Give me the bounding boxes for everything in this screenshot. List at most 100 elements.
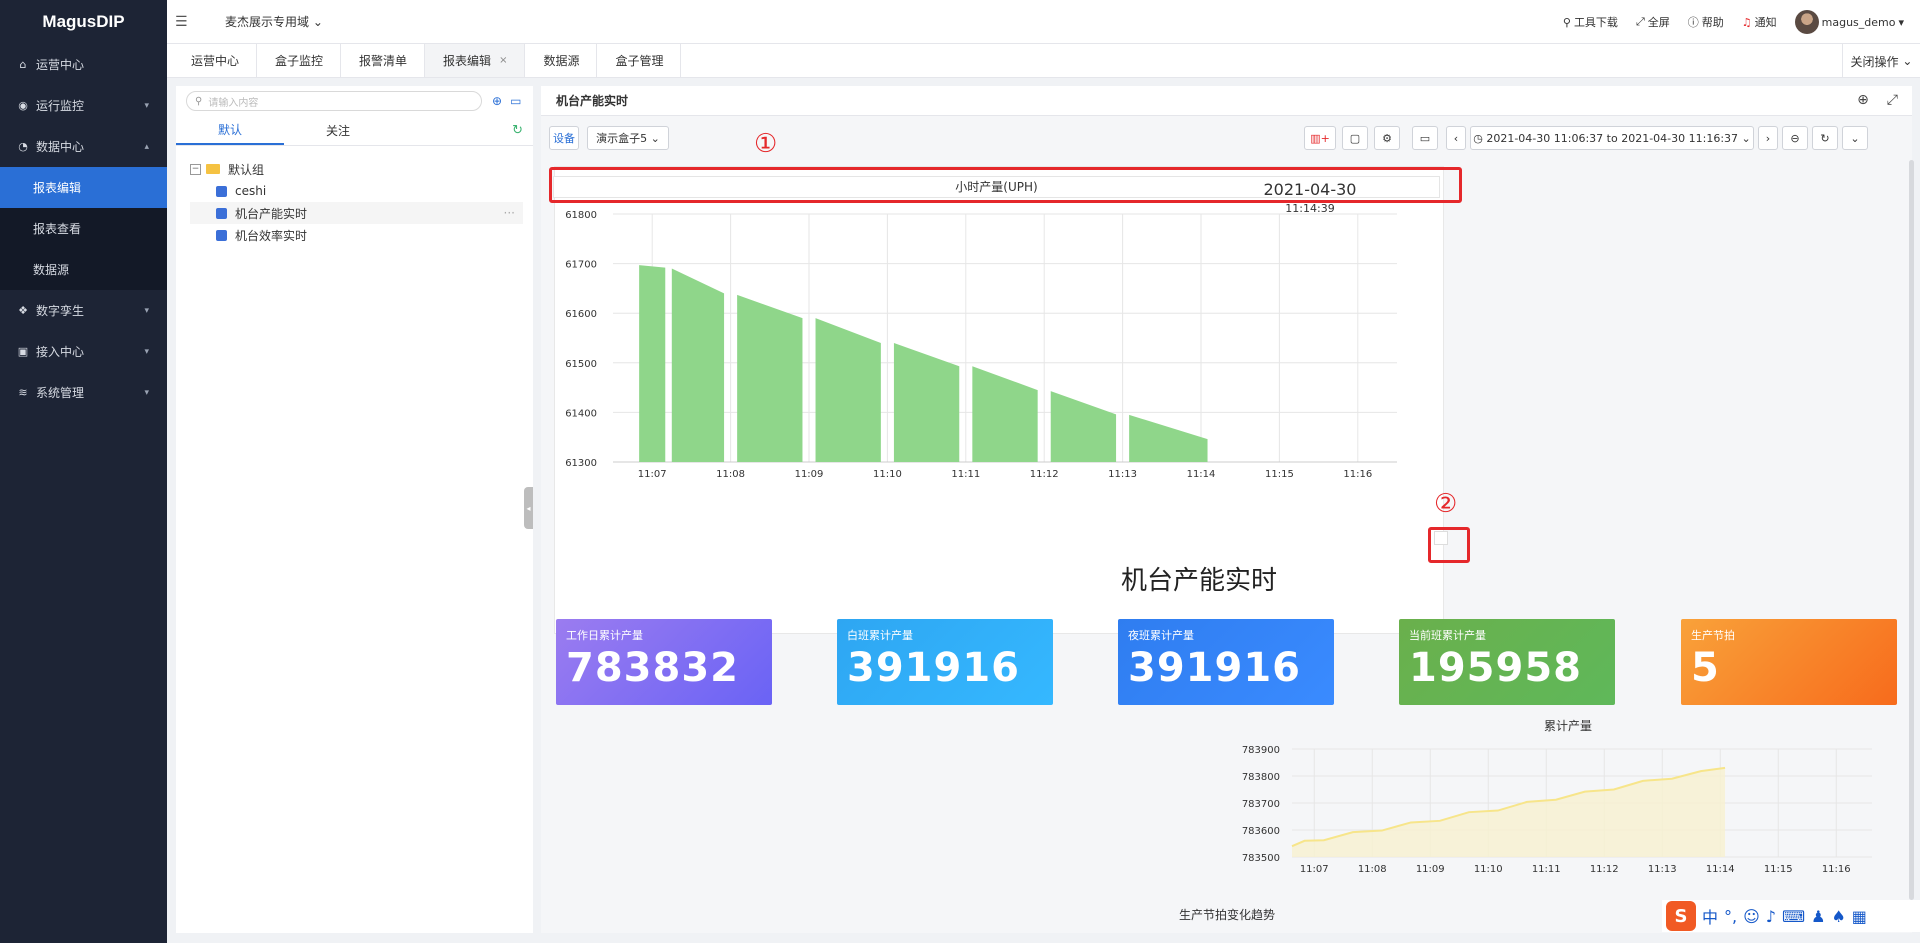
help-link[interactable]: ⓘ 帮助	[1688, 14, 1724, 30]
tree-item[interactable]: 机台效率实时	[190, 224, 533, 246]
sidebar-item-system[interactable]: ≋ 系统管理 ▾	[0, 372, 167, 413]
sidebar-item-data-center[interactable]: ◔ 数据中心 ▴	[0, 126, 167, 167]
home-icon: ⌂	[19, 58, 27, 71]
kpi-value: 5	[1691, 645, 1720, 691]
report-icon	[216, 185, 227, 197]
zoom-in-icon[interactable]: ⊕	[1857, 92, 1869, 108]
menu-toggle-icon[interactable]: ☰	[175, 14, 195, 30]
emoji-icon[interactable]: ☺	[1743, 907, 1760, 926]
top-bar: ☰ 麦杰展示专用域 ⌄ ⚲ 工具下载 ⤢ 全屏 ⓘ 帮助 ♫ 通知 magus_demo…	[167, 0, 1920, 44]
zoom-out-icon[interactable]: ⊖	[1782, 126, 1808, 150]
top-right-actions: ⚲ 工具下载 ⤢ 全屏 ⓘ 帮助 ♫ 通知 magus_demo ▾	[1563, 0, 1904, 44]
next-icon[interactable]: ›	[1758, 126, 1778, 150]
tab-label: 盒子监控	[275, 54, 324, 68]
search-input[interactable]: ⚲ 请输入内容	[186, 91, 482, 111]
ime-punct-icon[interactable]: °,	[1724, 907, 1737, 926]
box-select[interactable]: 演示盒子5 ⌄	[587, 126, 669, 150]
sidebar-subitem-report-edit[interactable]: 报表编辑	[0, 167, 167, 208]
add-chart-icon[interactable]: ▥+	[1304, 126, 1336, 150]
sidebar-item-monitor[interactable]: ◉ 运行监控 ▾	[0, 85, 167, 126]
y-tick-label: 783800	[1242, 772, 1280, 783]
shirt-icon[interactable]: ♠	[1831, 907, 1845, 926]
kpi-value: 195958	[1409, 645, 1582, 691]
tab-alarm-list[interactable]: 报警清单	[341, 44, 426, 77]
tab-box-manage[interactable]: 盒子管理	[597, 44, 682, 77]
fullscreen-icon[interactable]: ⤢	[1887, 92, 1898, 108]
x-tick-label: 11:10	[873, 469, 902, 480]
report-header: 机台产能实时	[541, 86, 1912, 116]
sidebar-item-access-center[interactable]: ▣ 接入中心 ▾	[0, 331, 167, 372]
sogou-logo-icon[interactable]: S	[1666, 901, 1696, 931]
device-button[interactable]: 设备	[549, 126, 579, 150]
x-tick-label: 11:15	[1265, 469, 1294, 480]
tab-report-edit[interactable]: 报表编辑 ×	[425, 44, 526, 77]
add-icon[interactable]: ⊕	[492, 94, 502, 108]
notify-label: 通知	[1754, 16, 1777, 29]
tools-download-link[interactable]: ⚲ 工具下载	[1563, 14, 1618, 30]
sidebar-item-ops-center[interactable]: ⌂ 运营中心	[0, 44, 167, 85]
page-tabs: 运营中心 盒子监控 报警清单 报表编辑 × 数据源 盒子管理 关闭操作 ⌄	[167, 44, 1920, 78]
tab-box-monitor[interactable]: 盒子监控	[257, 44, 342, 77]
kpi-card-day-shift: 白班累计产量 391916	[837, 619, 1053, 705]
chevron-down-icon: ▾	[144, 387, 149, 398]
time-range-picker[interactable]: ◷ 2021-04-30 11:06:37 to 2021-04-30 11:1…	[1470, 126, 1754, 150]
scrollbar[interactable]	[1909, 160, 1914, 900]
keyboard-icon[interactable]: ⌨	[1782, 907, 1805, 926]
fullscreen-link[interactable]: ⤢ 全屏	[1636, 14, 1670, 30]
x-tick-label: 11:12	[1590, 864, 1619, 875]
user-menu[interactable]: magus_demo ▾	[1794, 10, 1904, 34]
report-toolbar: 设备 演示盒子5 ⌄ ▥+ ▢ ⚙ ▭ ‹ ◷ 2021-04-30 11:06…	[549, 126, 1902, 152]
prev-icon[interactable]: ‹	[1446, 126, 1466, 150]
y-tick-label: 61800	[565, 210, 597, 221]
tab-datasource[interactable]: 数据源	[525, 44, 598, 77]
uph-area-segment	[671, 268, 725, 462]
subtab-default[interactable]: 默认	[176, 116, 284, 145]
close-icon[interactable]: ×	[499, 55, 507, 66]
close-operations-dropdown[interactable]: 关闭操作 ⌄	[1842, 44, 1920, 78]
sidebar-subitem-datasource[interactable]: 数据源	[0, 249, 167, 290]
mic-icon[interactable]: ♪	[1766, 907, 1776, 926]
sidebar-item-label: 运营中心	[36, 58, 85, 72]
more-icon[interactable]: ···	[504, 206, 515, 220]
avatar	[1794, 10, 1819, 34]
monitor-icon[interactable]: ▭	[1412, 126, 1438, 150]
sidebar-subitem-report-view[interactable]: 报表查看	[0, 208, 167, 249]
sidebar-item-label: 数据中心	[36, 140, 85, 154]
user-icon[interactable]: ♟	[1811, 907, 1825, 926]
refresh-icon[interactable]: ↻	[512, 123, 523, 138]
sidebar-item-digital-twin[interactable]: ❖ 数字孪生 ▾	[0, 290, 167, 331]
tools-download-label: 工具下载	[1573, 16, 1618, 29]
domain-select[interactable]: 麦杰展示专用域 ⌄	[225, 13, 323, 30]
page-title: 机台产能实时	[556, 94, 629, 108]
annotation-label-1: ①	[754, 129, 778, 159]
report-icon	[216, 229, 227, 241]
grid-icon[interactable]: ▦	[1852, 907, 1867, 926]
tree-group[interactable]: − 默认组	[190, 158, 533, 180]
notify-link[interactable]: ♫ 通知	[1742, 14, 1777, 30]
chevron-down-icon: ▾	[144, 305, 149, 316]
sidebar-item-label: 运行监控	[36, 99, 85, 113]
tree-item[interactable]: ceshi	[190, 180, 533, 202]
subtab-follow[interactable]: 关注	[284, 116, 392, 145]
tree-item[interactable]: 机台产能实时 ···	[190, 202, 523, 224]
gear-icon[interactable]: ⚙	[1374, 126, 1400, 150]
chevron-up-icon: ▴	[144, 141, 149, 152]
ime-toolbar: S 中 °, ☺ ♪ ⌨ ♟ ♠ ▦	[1662, 900, 1920, 932]
save-icon[interactable]: ▢	[1342, 126, 1368, 150]
panel-collapse-handle[interactable]: ◂	[524, 487, 533, 529]
tab-ops-center[interactable]: 运营中心	[173, 44, 258, 77]
ime-chinese-icon[interactable]: 中	[1702, 904, 1718, 928]
brand-logo[interactable]: MagusDIP	[0, 0, 167, 44]
chevron-down-icon[interactable]: ⌄	[1842, 126, 1868, 150]
x-tick-label: 11:08	[716, 469, 745, 480]
layers-icon: ≋	[18, 386, 28, 399]
cumulative-chart: 783900 783800 783700 783600 783500 11:07 11:08…	[1242, 745, 1872, 875]
folder-icon[interactable]: ▭	[510, 94, 521, 108]
report-icon	[216, 207, 227, 219]
tree-item-label: 机台产能实时	[235, 206, 308, 221]
collapse-icon[interactable]: −	[190, 163, 201, 175]
resize-handle[interactable]	[1434, 531, 1448, 545]
refresh-icon[interactable]: ↻	[1812, 126, 1838, 150]
cumulative-area	[1292, 767, 1726, 857]
tree-actions: ⊕ ▭	[492, 94, 521, 108]
